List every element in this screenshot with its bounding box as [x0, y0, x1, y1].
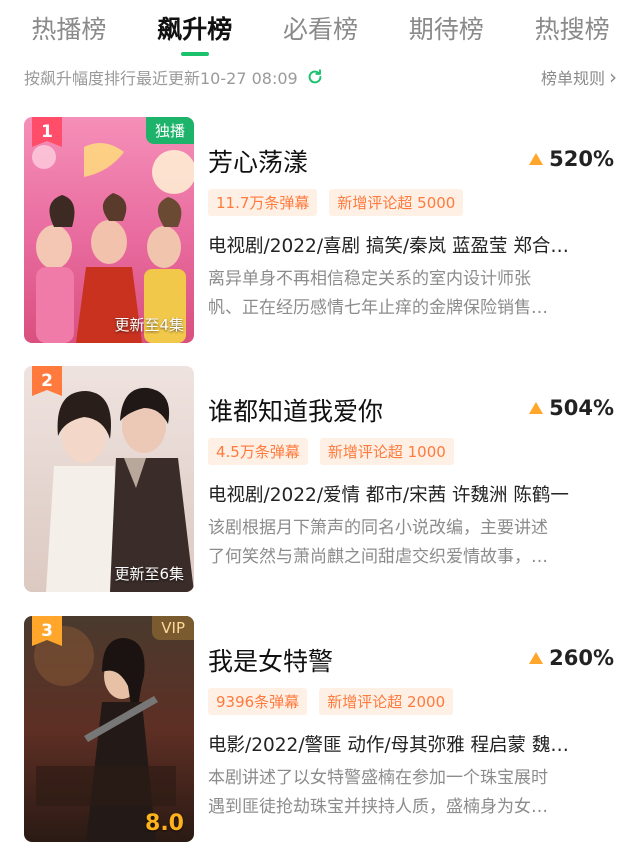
description-line: 了何笑然与萧尚麒之间甜虐交织爱情故事，… [208, 547, 548, 567]
poster[interactable]: 1 独播 更新至4集 [24, 117, 194, 343]
refresh-icon[interactable] [306, 68, 324, 86]
danmu-count-badge: 9396条弹幕 [208, 688, 308, 715]
growth-indicator: 260% [529, 646, 614, 670]
ranking-subheader: 按飙升幅度排行最近更新10-27 08:09 榜单规则 › [0, 60, 641, 94]
growth-indicator: 504% [529, 396, 614, 420]
description-line: 离异单身不再相信稳定关系的室内设计师张 [208, 269, 531, 289]
item-title[interactable]: 谁都知道我爱你 [208, 392, 383, 428]
item-info: 芳心荡漾 520% 11.7万条弹幕 新增评论超 5000 电视剧/2022/喜… [208, 117, 624, 343]
comment-count-badge: 新增评论超 5000 [329, 189, 464, 216]
tab-must-watch[interactable]: 必看榜 [283, 10, 358, 46]
episode-status: 更新至6集 [114, 565, 184, 583]
comment-count-badge: 新增评论超 2000 [319, 688, 454, 715]
item-meta: 电影/2022/警匪 动作/母其弥雅 程启蒙 魏… [208, 735, 569, 756]
tab-hot-search[interactable]: 热搜榜 [535, 10, 610, 46]
episode-status: 更新至4集 [114, 316, 184, 334]
tab-hot-play[interactable]: 热播榜 [31, 10, 106, 46]
growth-value: 260% [549, 646, 614, 670]
poster-image [24, 366, 194, 592]
rating-score: 8.0 [145, 811, 184, 836]
item-description: 该剧根据月下箫声的同名小说改编，主要讲述 了何笑然与萧尚麒之间甜虐交织爱情故事，… [208, 514, 618, 574]
stat-badges: 4.5万条弹幕 新增评论超 1000 [208, 438, 454, 465]
up-triangle-icon [529, 402, 544, 414]
danmu-count-badge: 4.5万条弹幕 [208, 438, 308, 465]
ranking-item[interactable]: 2 更新至6集 谁都知道我爱你 504% 4.5万条弹幕 新增评论超 1000 … [24, 366, 624, 592]
exclusive-tag: 独播 [145, 117, 194, 144]
ranking-rules-label: 榜单规则 [540, 69, 605, 88]
description-line: 遇到匪徒抢劫珠宝并挟持人质，盛楠身为女… [208, 797, 548, 817]
poster[interactable]: 3 VIP 8.0 [24, 616, 194, 842]
danmu-count-badge: 11.7万条弹幕 [208, 189, 318, 216]
ranking-item[interactable]: 1 独播 更新至4集 芳心荡漾 520% 11.7万条弹幕 新增评论超 5000… [24, 117, 624, 343]
update-time-text: 按飙升幅度排行最近更新10-27 08:09 [24, 69, 298, 88]
growth-value: 520% [549, 147, 614, 171]
poster[interactable]: 2 更新至6集 [24, 366, 194, 592]
ranking-tabs: 热播榜 飙升榜 必看榜 期待榜 热搜榜 [0, 0, 641, 56]
description-line: 该剧根据月下箫声的同名小说改编，主要讲述 [208, 518, 548, 538]
tab-anticipated[interactable]: 期待榜 [409, 10, 484, 46]
item-title[interactable]: 我是女特警 [208, 642, 333, 678]
stat-badges: 11.7万条弹幕 新增评论超 5000 [208, 189, 464, 216]
growth-indicator: 520% [529, 147, 614, 171]
ranking-item[interactable]: 3 VIP 8.0 我是女特警 260% 9396条弹幕 新增评论超 2000 … [24, 616, 624, 842]
poster-image [24, 117, 194, 343]
up-triangle-icon [529, 153, 544, 165]
comment-count-badge: 新增评论超 1000 [319, 438, 454, 465]
item-meta: 电视剧/2022/爱情 都市/宋茜 许魏洲 陈鹤一 [208, 485, 569, 506]
poster-image [24, 616, 194, 842]
chevron-right-icon: › [609, 65, 617, 89]
ranking-rules-link[interactable]: 榜单规则 › [541, 65, 617, 89]
vip-tag: VIP [152, 616, 194, 640]
update-info: 按飙升幅度排行最近更新10-27 08:09 [24, 65, 324, 89]
stat-badges: 9396条弹幕 新增评论超 2000 [208, 688, 454, 715]
item-description: 本剧讲述了以女特警盛楠在参加一个珠宝展时 遇到匪徒抢劫珠宝并挟持人质，盛楠身为女… [208, 764, 618, 824]
up-triangle-icon [529, 652, 544, 664]
tab-rising[interactable]: 飙升榜 [157, 10, 232, 56]
item-title[interactable]: 芳心荡漾 [208, 143, 308, 179]
growth-value: 504% [549, 396, 614, 420]
item-meta: 电视剧/2022/喜剧 搞笑/秦岚 蓝盈莹 郑合… [208, 236, 569, 257]
description-line: 帆、正在经历感情七年止痒的金牌保险销售… [208, 298, 548, 318]
item-description: 离异单身不再相信稳定关系的室内设计师张 帆、正在经历感情七年止痒的金牌保险销售… [208, 265, 618, 325]
item-info: 我是女特警 260% 9396条弹幕 新增评论超 2000 电影/2022/警匪… [208, 616, 624, 842]
description-line: 本剧讲述了以女特警盛楠在参加一个珠宝展时 [208, 768, 548, 788]
item-info: 谁都知道我爱你 504% 4.5万条弹幕 新增评论超 1000 电视剧/2022… [208, 366, 624, 592]
